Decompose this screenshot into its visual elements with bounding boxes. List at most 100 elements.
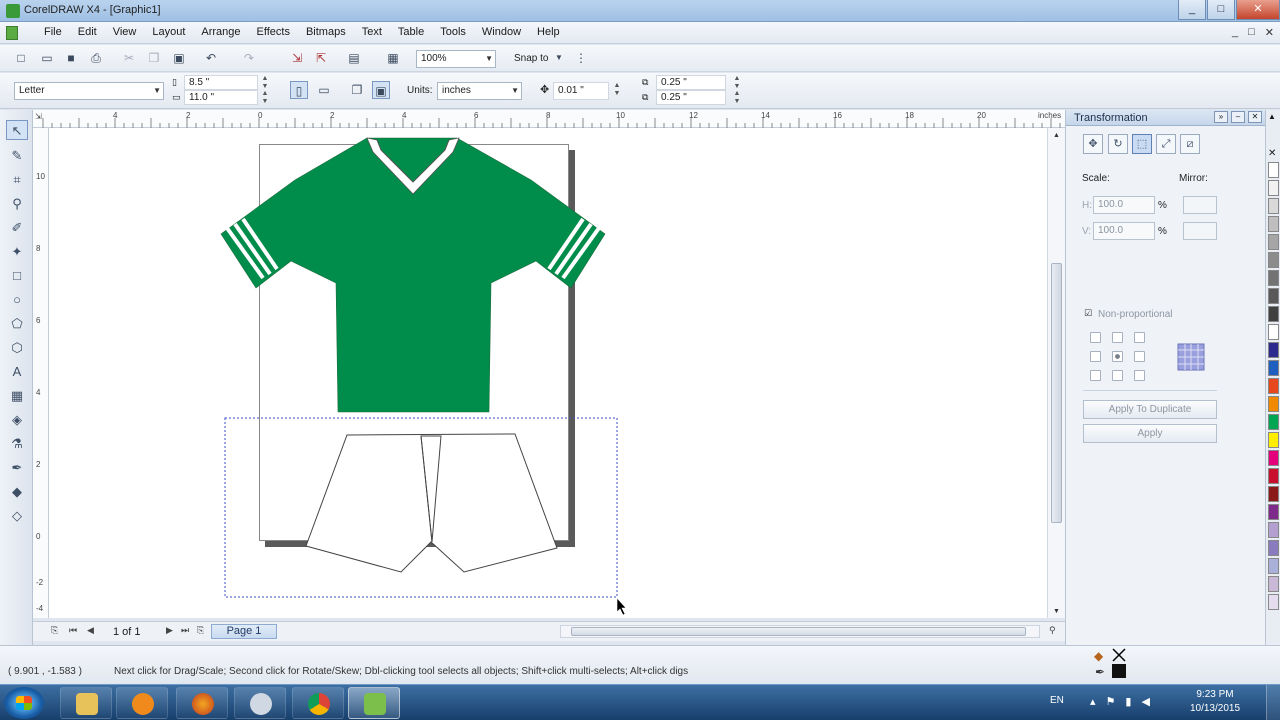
shorts-shape[interactable] — [305, 433, 558, 573]
anchor-grid[interactable] — [1090, 332, 1156, 381]
taskbar-coreldraw[interactable] — [348, 687, 400, 719]
cut-icon[interactable]: ✂ — [120, 49, 138, 67]
palette-swatch[interactable] — [1268, 180, 1279, 196]
horizontal-scroll-thumb[interactable] — [571, 627, 1026, 636]
rectangle-tool-icon[interactable]: □ — [6, 266, 28, 286]
welcome-screen-icon[interactable]: ▦ — [384, 49, 402, 67]
eyedropper-tool-icon[interactable]: ⚗ — [6, 434, 28, 454]
fill-tool-icon[interactable]: ◆ — [6, 482, 28, 502]
page-width-input[interactable]: 8.5 " — [184, 75, 258, 90]
duplicate-y-spinner[interactable]: ▲ ▼ — [730, 90, 744, 108]
show-desktop-button[interactable] — [1266, 685, 1280, 720]
landscape-icon[interactable]: ▭ — [315, 81, 333, 99]
palette-swatch[interactable] — [1268, 252, 1279, 268]
apply-to-duplicate-button[interactable]: Apply To Duplicate — [1083, 400, 1217, 419]
palette-swatch[interactable] — [1268, 414, 1279, 430]
palette-swatch[interactable] — [1268, 306, 1279, 322]
menu-edit[interactable]: Edit — [70, 26, 105, 38]
outline-pen-icon[interactable]: ✒ — [1095, 665, 1105, 679]
menu-table[interactable]: Table — [390, 26, 432, 38]
previous-page-icon[interactable]: ◀ — [87, 625, 94, 636]
print-icon[interactable]: ⎙ — [87, 49, 105, 67]
paper-type-select[interactable]: Letter ▼ — [14, 82, 164, 100]
menu-text[interactable]: Text — [354, 26, 390, 38]
horizontal-ruler[interactable]: ⇲ 4 2 0 2 4 6 8 10 12 14 16 18 20 inches — [33, 110, 1065, 128]
taskbar-snipping-tool[interactable] — [234, 687, 286, 719]
anchor-point[interactable] — [1134, 332, 1145, 343]
nudge-offset-input[interactable]: 0.01 " — [553, 82, 609, 100]
palette-swatch[interactable] — [1268, 198, 1279, 214]
palette-swatch[interactable] — [1268, 324, 1279, 340]
application-launcher-icon[interactable]: ▤ — [345, 49, 363, 67]
height-spinner[interactable]: ▲ ▼ — [258, 90, 272, 108]
document-icon[interactable] — [6, 26, 18, 40]
anchor-point[interactable] — [1134, 370, 1145, 381]
menu-file[interactable]: File — [36, 26, 70, 38]
palette-swatch[interactable] — [1268, 486, 1279, 502]
vertical-scroll-thumb[interactable] — [1051, 263, 1062, 523]
palette-swatch[interactable] — [1268, 432, 1279, 448]
horizontal-scrollbar[interactable] — [560, 625, 1040, 638]
taskbar-chrome[interactable] — [292, 687, 344, 719]
palette-swatch[interactable] — [1268, 558, 1279, 574]
language-indicator[interactable]: EN — [1050, 695, 1064, 706]
nudge-spinner[interactable]: ▲ ▼ — [610, 82, 624, 100]
apply-button[interactable]: Apply — [1083, 424, 1217, 443]
volume-icon[interactable]: ◀ — [1141, 695, 1149, 708]
palette-swatch[interactable] — [1268, 378, 1279, 394]
palette-swatch[interactable] — [1268, 396, 1279, 412]
position-mode-icon[interactable]: ✥ — [1083, 134, 1103, 154]
rotate-mode-icon[interactable]: ↻ — [1108, 134, 1128, 154]
anchor-point[interactable] — [1090, 332, 1101, 343]
docker-expand-icon[interactable]: » — [1214, 111, 1228, 123]
page-height-input[interactable]: 11.0 " — [184, 90, 258, 105]
export-icon[interactable]: ⇱ — [312, 49, 330, 67]
menu-help[interactable]: Help — [529, 26, 568, 38]
last-page-icon[interactable]: ⏭ — [181, 625, 189, 636]
units-select[interactable]: inches ▼ — [437, 82, 522, 100]
palette-swatch[interactable] — [1268, 216, 1279, 232]
zoom-tool-icon[interactable]: ⚲ — [6, 194, 28, 214]
add-page-before-icon[interactable]: ⎘ — [51, 625, 58, 636]
palette-swatch[interactable] — [1268, 360, 1279, 376]
polygon-tool-icon[interactable]: ⬠ — [6, 314, 28, 334]
first-page-icon[interactable]: ⏮ — [69, 625, 77, 636]
navigator-zoom-icon[interactable]: ⚲ — [1049, 625, 1056, 636]
taskbar-clock[interactable]: 9:23 PM 10/13/2015 — [1180, 688, 1250, 716]
pick-tool-icon[interactable]: ↖ — [6, 120, 28, 140]
doc-close-button[interactable]: ✕ — [1265, 26, 1274, 39]
taskbar-firefox[interactable] — [176, 687, 228, 719]
options-icon[interactable]: ⋮ — [572, 49, 590, 67]
vertical-ruler[interactable]: 10 8 6 4 2 0 -2 -4 — [33, 128, 49, 618]
drawing-canvas[interactable] — [49, 128, 1047, 618]
anchor-point[interactable] — [1112, 370, 1123, 381]
anchor-point[interactable] — [1090, 370, 1101, 381]
copy-icon[interactable]: ❐ — [145, 49, 163, 67]
no-color-swatch-icon[interactable]: ✕ — [1268, 148, 1276, 159]
palette-swatch[interactable] — [1268, 594, 1279, 610]
doc-minimize-button[interactable]: _ — [1232, 26, 1238, 39]
menu-arrange[interactable]: Arrange — [193, 26, 248, 38]
basic-shapes-tool-icon[interactable]: ⬡ — [6, 338, 28, 358]
palette-swatch[interactable] — [1268, 342, 1279, 358]
outline-tool-icon[interactable]: ✒ — [6, 458, 28, 478]
maximize-button[interactable]: □ — [1207, 0, 1235, 20]
scroll-down-icon[interactable]: ▼ — [1053, 608, 1060, 615]
palette-swatch[interactable] — [1268, 576, 1279, 592]
fill-bucket-icon[interactable]: ◆ — [1094, 649, 1103, 663]
docker-close-icon[interactable]: ✕ — [1248, 111, 1262, 123]
no-fill-icon[interactable] — [1112, 648, 1126, 662]
anchor-point[interactable] — [1112, 332, 1123, 343]
save-icon[interactable]: ■ — [62, 49, 80, 67]
doc-restore-button[interactable]: □ — [1248, 26, 1255, 39]
network-icon[interactable]: ▮ — [1125, 695, 1131, 708]
scroll-up-icon[interactable]: ▲ — [1053, 132, 1060, 139]
scale-h-input[interactable]: 100.0 — [1093, 196, 1155, 214]
shirt-shape[interactable] — [220, 137, 606, 413]
paste-icon[interactable]: ▣ — [170, 49, 188, 67]
menu-effects[interactable]: Effects — [249, 26, 298, 38]
scale-v-input[interactable]: 100.0 — [1093, 222, 1155, 240]
palette-scroll-up-icon[interactable]: ▲ — [1268, 112, 1276, 121]
outline-color-swatch[interactable] — [1112, 664, 1126, 678]
all-pages-icon[interactable]: ❐ — [348, 81, 366, 99]
